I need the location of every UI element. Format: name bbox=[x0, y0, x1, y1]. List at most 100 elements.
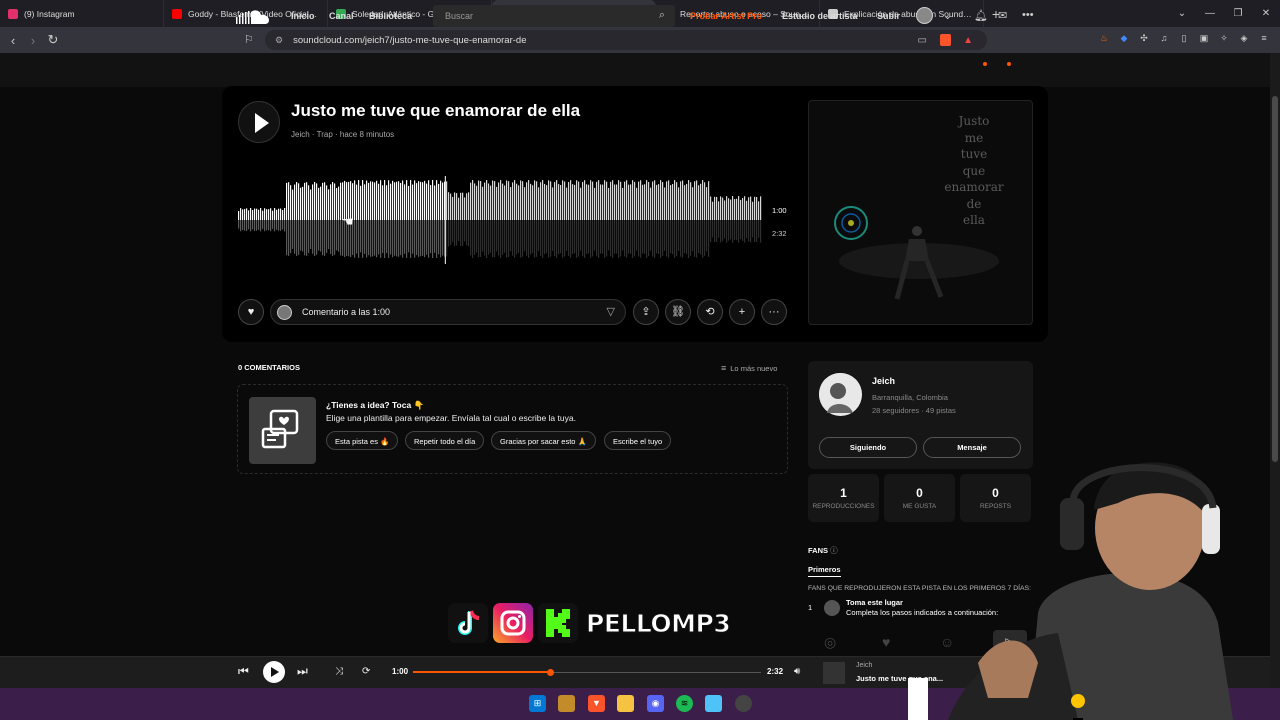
url-field[interactable]: ⚙ soundcloud.com/jeich7/justo-me-tuve-qu… bbox=[265, 30, 987, 50]
waveform-reflection-bar bbox=[460, 220, 462, 246]
brave-icon[interactable]: ▼ bbox=[588, 695, 605, 712]
sort-dropdown[interactable]: ≡ Lo más nuevo bbox=[721, 363, 777, 373]
waveform-reflection-bar bbox=[730, 220, 732, 240]
next-icon[interactable]: ⏭ bbox=[297, 664, 308, 679]
info-icon[interactable]: ⓘ bbox=[830, 546, 838, 555]
discord-icon[interactable]: ◉ bbox=[647, 695, 664, 712]
waveform-bar bbox=[282, 210, 284, 220]
player-artist[interactable]: Jeich bbox=[856, 662, 872, 669]
probar-artist-pro-link[interactable]: Probar Artist Pro bbox=[690, 11, 762, 21]
more-icon[interactable]: ••• bbox=[1022, 9, 1034, 21]
like-button[interactable]: ♥ bbox=[238, 299, 264, 325]
waveform-reflection-bar bbox=[318, 220, 320, 251]
waveform-reflection-bar bbox=[486, 220, 488, 258]
player-progress[interactable] bbox=[413, 669, 761, 676]
waveform-bar bbox=[300, 187, 302, 220]
rewards-icon[interactable]: ▲ bbox=[963, 35, 973, 46]
more-icon: ··· bbox=[768, 306, 780, 318]
fans-tab-primeros[interactable]: Primeros bbox=[808, 565, 841, 577]
forward-icon[interactable]: › bbox=[23, 33, 43, 48]
restore-icon[interactable]: ❐ bbox=[1224, 8, 1252, 19]
play-button[interactable] bbox=[238, 101, 280, 143]
chip-esta-pista[interactable]: Esta pista es 🔥 bbox=[326, 431, 399, 450]
app-icon-2[interactable] bbox=[735, 695, 752, 712]
notepad-icon[interactable] bbox=[705, 695, 722, 712]
comment-input[interactable]: Comentario a las 1:00 ▽ bbox=[270, 299, 626, 325]
mail-icon[interactable]: ✉ bbox=[998, 9, 1007, 22]
extension-icon[interactable]: ◆ bbox=[1118, 32, 1130, 44]
artist-avatar[interactable] bbox=[819, 373, 862, 416]
tiktok-icon bbox=[448, 603, 488, 643]
bookmark-icon[interactable]: ⚐ bbox=[244, 33, 254, 46]
studio-link[interactable]: Estudio de artista bbox=[782, 11, 858, 21]
waveform-reflection-bar bbox=[662, 220, 664, 257]
chevron-down-icon[interactable]: ⌄ bbox=[943, 9, 952, 22]
windows-start-icon[interactable]: ⊞ bbox=[529, 695, 546, 712]
site-info-icon[interactable]: ⚙ bbox=[275, 35, 283, 46]
browser-tab-0[interactable]: (9) Instagram bbox=[0, 0, 164, 27]
cast-icon[interactable]: ▭ bbox=[918, 35, 927, 46]
volume-icon[interactable]: 🔊︎ bbox=[794, 666, 800, 677]
nav-canal[interactable]: Canal bbox=[329, 11, 354, 21]
bell-icon[interactable]: 🔔︎ bbox=[974, 9, 988, 22]
upload-link[interactable]: Subir bbox=[877, 11, 900, 21]
repost-button[interactable]: ⟲ bbox=[697, 299, 723, 325]
minimize-icon[interactable]: — bbox=[1196, 8, 1224, 19]
waveform-reflection-bar bbox=[668, 220, 670, 258]
app-icon-1[interactable] bbox=[558, 695, 575, 712]
search-input[interactable]: Buscar ⌕ bbox=[433, 5, 675, 27]
waveform-bar bbox=[458, 197, 460, 220]
music-icon[interactable]: ♫ bbox=[1158, 32, 1170, 44]
back-icon[interactable]: ‹ bbox=[3, 33, 23, 48]
file-explorer-icon[interactable] bbox=[617, 695, 634, 712]
nav-inicio[interactable]: Inicio bbox=[291, 11, 315, 21]
vpn-icon[interactable]: ◈ bbox=[1238, 32, 1250, 44]
artist-name[interactable]: Jeich bbox=[872, 376, 895, 386]
chip-gracias[interactable]: Gracias por sacar esto 🙏 bbox=[491, 431, 596, 450]
waveform-reflection-bar bbox=[426, 220, 428, 255]
soundcloud-logo-icon[interactable] bbox=[236, 9, 270, 25]
puzzle-icon[interactable]: ✣ bbox=[1138, 32, 1150, 44]
waveform-reflection-bar bbox=[628, 220, 630, 254]
send-icon[interactable]: ▽ bbox=[607, 305, 615, 318]
waveform-bar bbox=[576, 180, 578, 220]
share-button[interactable]: ⇪ bbox=[633, 299, 659, 325]
waveform-reflection-bar bbox=[410, 220, 412, 258]
waveform-bar bbox=[756, 197, 758, 220]
waveform-bar bbox=[362, 180, 364, 220]
chevron-down-icon[interactable]: ⌄ bbox=[1168, 8, 1196, 19]
player-play-button[interactable] bbox=[263, 661, 285, 683]
following-button[interactable]: Siguiendo bbox=[819, 437, 917, 458]
sidebar-icon[interactable]: ▯ bbox=[1178, 32, 1190, 44]
reload-icon[interactable]: ↻ bbox=[43, 32, 63, 48]
brave-shield-icon[interactable] bbox=[940, 34, 951, 46]
waveform-reflection-bar bbox=[296, 220, 298, 257]
scrollbar-thumb[interactable] bbox=[1272, 96, 1278, 462]
player-thumbnail[interactable] bbox=[823, 662, 845, 684]
cover-art[interactable]: Justo me tuve que enamorar de ella bbox=[808, 100, 1033, 325]
repeat-icon[interactable]: ⟳ bbox=[362, 666, 370, 677]
waveform-bar bbox=[644, 184, 646, 220]
leo-icon[interactable]: ✧ bbox=[1218, 32, 1230, 44]
waveform-reflection-bar bbox=[702, 220, 704, 258]
copy-link-button[interactable]: ⛓ bbox=[665, 299, 691, 325]
waveform-bar bbox=[612, 180, 614, 220]
chip-escribe[interactable]: Escribe el tuyo bbox=[604, 431, 672, 450]
nav-biblioteca[interactable]: Biblioteca bbox=[369, 11, 412, 21]
waveform-bar bbox=[678, 187, 680, 220]
chip-repetir[interactable]: Repetir todo el día bbox=[405, 431, 485, 450]
spotify-icon[interactable]: ≋ bbox=[676, 695, 693, 712]
fire-icon[interactable]: ♨ bbox=[1098, 32, 1110, 44]
shuffle-icon[interactable]: ⤨ bbox=[335, 666, 343, 677]
waveform-reflection-bar bbox=[560, 220, 562, 254]
previous-icon[interactable]: ⏮ bbox=[238, 664, 249, 679]
more-button[interactable]: ··· bbox=[761, 299, 787, 325]
waveform[interactable] bbox=[238, 176, 762, 264]
user-avatar[interactable] bbox=[916, 7, 933, 24]
close-icon[interactable]: ✕ bbox=[1252, 8, 1280, 19]
add-to-playlist-button[interactable]: + bbox=[729, 299, 755, 325]
waveform-reflection-bar bbox=[416, 220, 418, 256]
menu-icon[interactable]: ≡ bbox=[1258, 32, 1270, 44]
search-icon[interactable]: ⌕ bbox=[659, 9, 665, 22]
wallet-icon[interactable]: ▣ bbox=[1198, 32, 1210, 44]
